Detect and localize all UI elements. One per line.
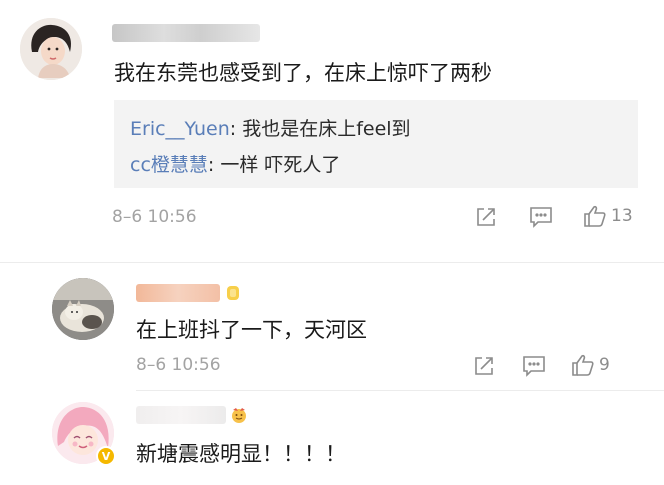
username-blurred[interactable] xyxy=(112,24,260,42)
medal-icon xyxy=(230,406,248,424)
share-button[interactable] xyxy=(473,355,495,377)
reply-text: 我也是在床上feel到 xyxy=(242,118,411,140)
avatar[interactable] xyxy=(52,278,114,340)
like-icon xyxy=(571,353,595,377)
reply-separator: : xyxy=(207,154,221,176)
like-count: 9 xyxy=(599,355,610,375)
like-button[interactable]: 9 xyxy=(571,353,610,377)
reply-text: 一样 吓死人了 xyxy=(220,154,341,176)
reply-button[interactable] xyxy=(529,206,553,228)
comment-icon xyxy=(529,206,553,228)
comment-timestamp: 8–6 10:56 xyxy=(112,207,197,227)
share-icon xyxy=(473,355,495,377)
share-button[interactable] xyxy=(475,206,497,228)
like-count: 13 xyxy=(611,206,633,226)
reply-username[interactable]: cc橙慧慧 xyxy=(130,154,208,176)
comment-text: 在上班抖了一下，天河区 xyxy=(136,318,367,342)
username-blurred[interactable] xyxy=(136,284,220,302)
like-icon xyxy=(583,204,607,228)
like-button[interactable]: 13 xyxy=(583,204,633,228)
reply-item[interactable]: cc橙慧慧: 一样 吓死人了 xyxy=(130,150,340,177)
reply-item[interactable]: Eric__Yuen: 我也是在床上feel到 xyxy=(130,114,411,141)
share-icon xyxy=(475,206,497,228)
comment-timestamp: 8–6 10:56 xyxy=(136,355,221,375)
comment-icon xyxy=(522,355,546,377)
comment-text: 我在东莞也感受到了，在床上惊吓了两秒 xyxy=(114,61,492,85)
medal-icon xyxy=(224,284,242,302)
comment-text: 新塘震感明显！！！！ xyxy=(136,442,346,466)
verified-badge: V xyxy=(96,446,116,466)
avatar[interactable] xyxy=(20,18,82,80)
reply-username[interactable]: Eric__Yuen xyxy=(130,118,230,140)
reply-button[interactable] xyxy=(522,355,546,377)
replies-box[interactable]: Eric__Yuen: 我也是在床上feel到 cc橙慧慧: 一样 吓死人了 xyxy=(114,100,638,188)
username-blurred[interactable] xyxy=(136,406,226,424)
reply-separator: : xyxy=(229,118,243,140)
